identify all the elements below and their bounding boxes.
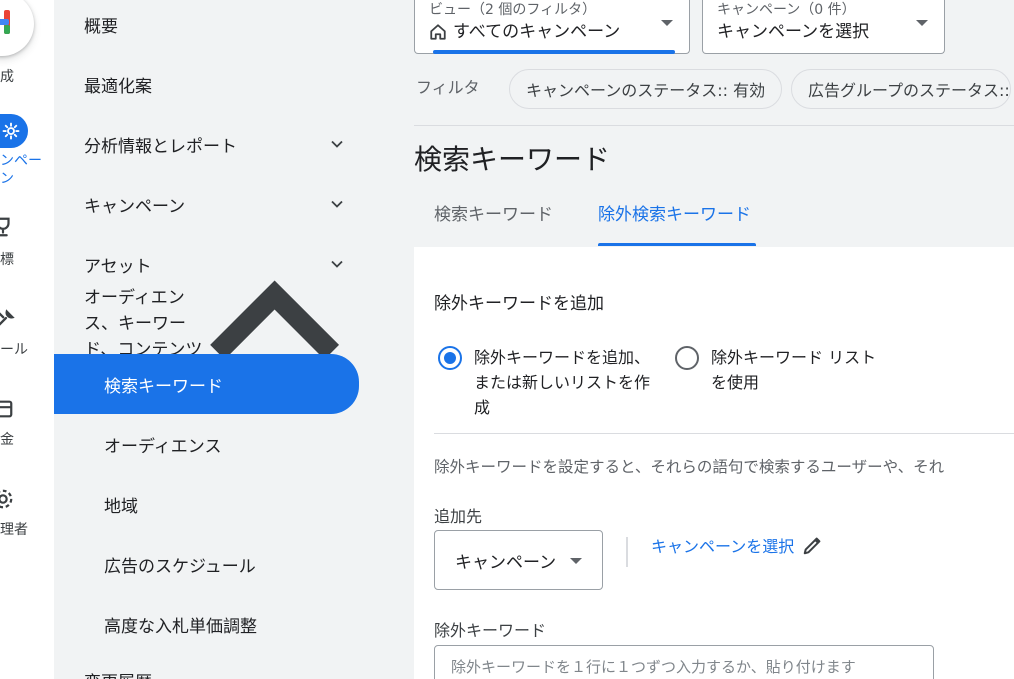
billing-icon[interactable]	[0, 398, 14, 420]
filter-chip-campaign-status[interactable]: キャンペーンのステータス:: 有効	[509, 69, 783, 109]
sidebar-item-label: 分析情報とレポート	[84, 136, 237, 157]
filter-chip-ad-group-status[interactable]: 広告グループのステータス::	[791, 69, 1011, 109]
radio-use-list[interactable]: 除外キーワード リスト を使用	[675, 345, 911, 395]
rail-label-create[interactable]: 成	[0, 68, 14, 86]
campaign-selector[interactable]: キャンペーン（0 件） キャンペーンを選択	[702, 0, 945, 54]
radio-add-new-label: 除外キーワードを追加、 または新しいリストを作 成	[474, 348, 651, 417]
main-content: ビュー（2 個のフィルタ） すべてのキャンペーン キャンペーン（0 件） キャン…	[414, 0, 1014, 679]
sidebar-item-label: キャンペーン	[84, 196, 186, 217]
tab-negative-keywords[interactable]: 除外検索キーワード	[598, 200, 751, 246]
view-selector-underline	[433, 50, 675, 54]
sidebar-item-label: 変更履歴	[84, 668, 152, 679]
negative-keywords-label: 除外キーワード	[434, 621, 547, 640]
negative-keyword-form: 除外キーワードを追加 除外キーワードを追加、 または新しいリストを作 成 除外キ…	[414, 247, 1014, 679]
sidebar-item-audiences-keywords-content[interactable]: オーディエンス、キーワード、コンテンツ	[54, 280, 359, 360]
create-plus-icon-b	[4, 25, 10, 34]
sidebar-subitem-label: 検索キーワード	[104, 376, 223, 397]
radio-unchecked-icon[interactable]	[675, 346, 699, 370]
campaign-selector-value: キャンペーンを選択	[717, 22, 870, 42]
sidebar-item-campaigns[interactable]: キャンペーン	[54, 180, 359, 228]
radio-use-list-label: 除外キーワード リスト を使用	[711, 348, 877, 392]
campaign-selector-label: キャンペーン（0 件）	[717, 2, 856, 18]
chevron-down-icon	[331, 200, 343, 208]
sidebar-item-recommendations[interactable]: 最適化案	[54, 60, 359, 108]
rail-item-campaigns[interactable]	[0, 114, 28, 148]
form-description: 除外キーワードを設定すると、それらの語句で検索するユーザーや、それ	[434, 458, 945, 476]
sidebar-item-label: 概要	[84, 16, 118, 37]
select-campaign-link[interactable]: キャンペーンを選択	[651, 533, 824, 557]
sidebar-subitem-locations[interactable]: 地域	[54, 476, 359, 532]
view-selector[interactable]: ビュー（2 個のフィルタ） すべてのキャンペーン	[414, 0, 690, 54]
sidebar-item-label: 最適化案	[84, 76, 152, 97]
rail-label-campaigns[interactable]: ンペー ン	[0, 152, 42, 188]
view-selector-value-row: すべてのキャンペーン	[429, 19, 675, 45]
select-campaign-link-label: キャンペーンを選択	[651, 537, 795, 556]
dropdown-caret-icon	[916, 20, 928, 26]
radio-add-new[interactable]: 除外キーワードを追加、 または新しいリストを作 成	[438, 345, 684, 420]
add-to-dropdown-value: キャンペーン	[455, 552, 557, 573]
tools-wrench-icon[interactable]	[0, 308, 16, 330]
edit-pencil-icon	[803, 537, 821, 555]
chevron-down-icon	[331, 140, 343, 148]
sidebar-item-change-history[interactable]: 変更履歴	[54, 656, 359, 679]
dropdown-caret-icon	[661, 20, 673, 26]
negative-keywords-textarea[interactable]: 除外キーワードを１行に１つずつ入力するか、貼り付けます	[434, 645, 934, 679]
sidebar-subitem-search-keywords[interactable]: 検索キーワード	[54, 354, 359, 414]
rail-label-tools[interactable]: ール	[0, 341, 28, 359]
rail-label-goals[interactable]: 標	[0, 251, 14, 269]
negative-keywords-placeholder: 除外キーワードを１行に１つずつ入力するか、貼り付けます	[451, 658, 856, 676]
sidebar-subitem-label: 高度な入札単価調整	[104, 616, 257, 637]
rail-label-billing[interactable]: 金	[0, 431, 14, 449]
sidebar-item-label: オーディエンス、キーワード、コンテンツ	[84, 288, 203, 360]
add-to-dropdown[interactable]: キャンペーン	[434, 530, 603, 590]
dropdown-caret-icon	[570, 558, 582, 564]
campaigns-icon	[2, 122, 20, 140]
filter-label: フィルタ	[416, 78, 480, 97]
form-title: 除外キーワードを追加	[434, 294, 604, 314]
left-rail: 成 ンペー ン 標 ール 金 理者	[0, 0, 54, 679]
separator	[626, 537, 628, 567]
sidebar-item-label: アセット	[84, 256, 152, 277]
sidebar-subitem-label: オーディエンス	[104, 436, 222, 457]
goals-trophy-icon[interactable]	[0, 216, 14, 238]
sidebar-item-insights-reports[interactable]: 分析情報とレポート	[54, 120, 359, 168]
sidebar-subitem-audiences[interactable]: オーディエンス	[54, 416, 359, 472]
create-button[interactable]	[0, 0, 34, 56]
sidebar-subitem-advanced-bid-adjustments[interactable]: 高度な入札単価調整	[54, 596, 359, 652]
sidebar-subitem-label: 地域	[104, 496, 138, 517]
sidebar-item-overview[interactable]: 概要	[54, 0, 359, 48]
view-selector-label: ビュー（2 個のフィルタ）	[429, 2, 597, 18]
page-title: 検索キーワード	[414, 143, 611, 176]
sidebar-nav: 概要 最適化案 分析情報とレポート キャンペーン アセット オーディエンス、キー…	[54, 0, 414, 679]
radio-checked-icon[interactable]	[438, 346, 462, 370]
sidebar-subitem-ad-schedule[interactable]: 広告のスケジュール	[54, 536, 359, 592]
tab-search-keywords[interactable]: 検索キーワード	[434, 200, 553, 246]
rail-label-admin[interactable]: 理者	[0, 521, 28, 539]
tab-active-indicator	[598, 243, 756, 246]
add-to-label: 追加先	[434, 507, 483, 526]
sidebar-subitem-label: 広告のスケジュール	[104, 556, 256, 577]
home-icon	[430, 24, 446, 40]
view-selector-value: すべてのキャンペーン	[453, 22, 621, 42]
admin-gear-icon[interactable]	[0, 488, 14, 510]
filter-divider	[414, 125, 1014, 126]
form-divider	[434, 433, 1014, 434]
